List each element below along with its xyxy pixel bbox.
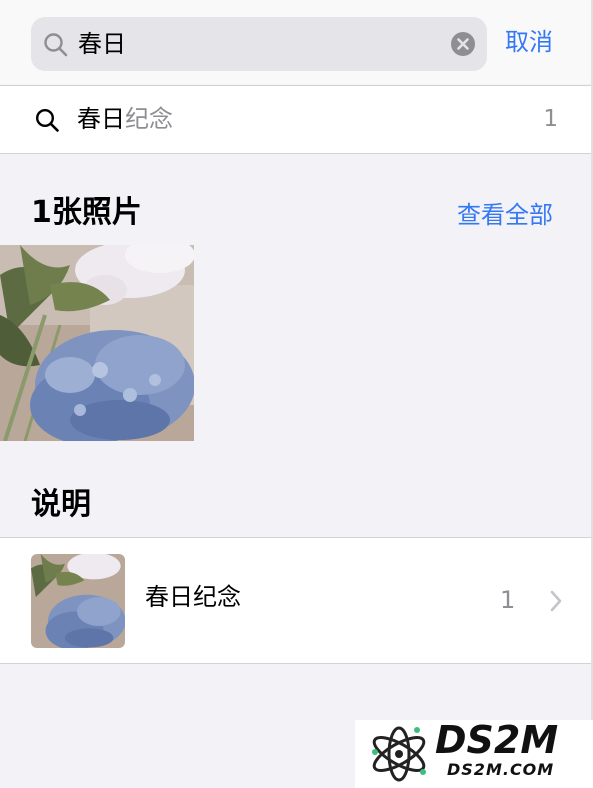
search-icon <box>43 32 69 62</box>
see-all-button[interactable]: 查看全部 <box>457 201 553 229</box>
caption-thumbnail <box>31 554 125 648</box>
caption-list-item[interactable]: 春日纪念 1 <box>0 537 593 664</box>
clear-icon[interactable] <box>450 31 476 61</box>
watermark-url: DS2M.COM <box>447 760 555 779</box>
search-suggestion-row[interactable]: 春日纪念 1 <box>0 85 593 154</box>
photo-thumbnail[interactable] <box>0 237 195 445</box>
search-query-text: 春日 <box>78 30 126 58</box>
cancel-button[interactable]: 取消 <box>505 28 553 56</box>
captions-section-title: 说明 <box>31 487 91 522</box>
atom-logo-icon <box>367 724 431 788</box>
watermark: DS2M DS2M.COM <box>355 720 593 788</box>
photos-section-title: 1张照片 <box>31 195 142 230</box>
search-input[interactable]: 春日 <box>31 17 487 71</box>
suggestion-count: 1 <box>543 106 558 132</box>
suggestion-label: 春日纪念 <box>77 105 173 133</box>
caption-text: 春日纪念 <box>145 583 241 611</box>
search-icon <box>35 108 60 137</box>
chevron-right-icon <box>549 590 563 616</box>
suggestion-rest-text: 纪念 <box>125 105 173 133</box>
suggestion-match-text: 春日 <box>77 105 125 133</box>
watermark-brand: DS2M <box>435 718 559 762</box>
caption-count: 1 <box>500 586 516 614</box>
search-bar-area: 春日 取消 <box>0 0 593 84</box>
